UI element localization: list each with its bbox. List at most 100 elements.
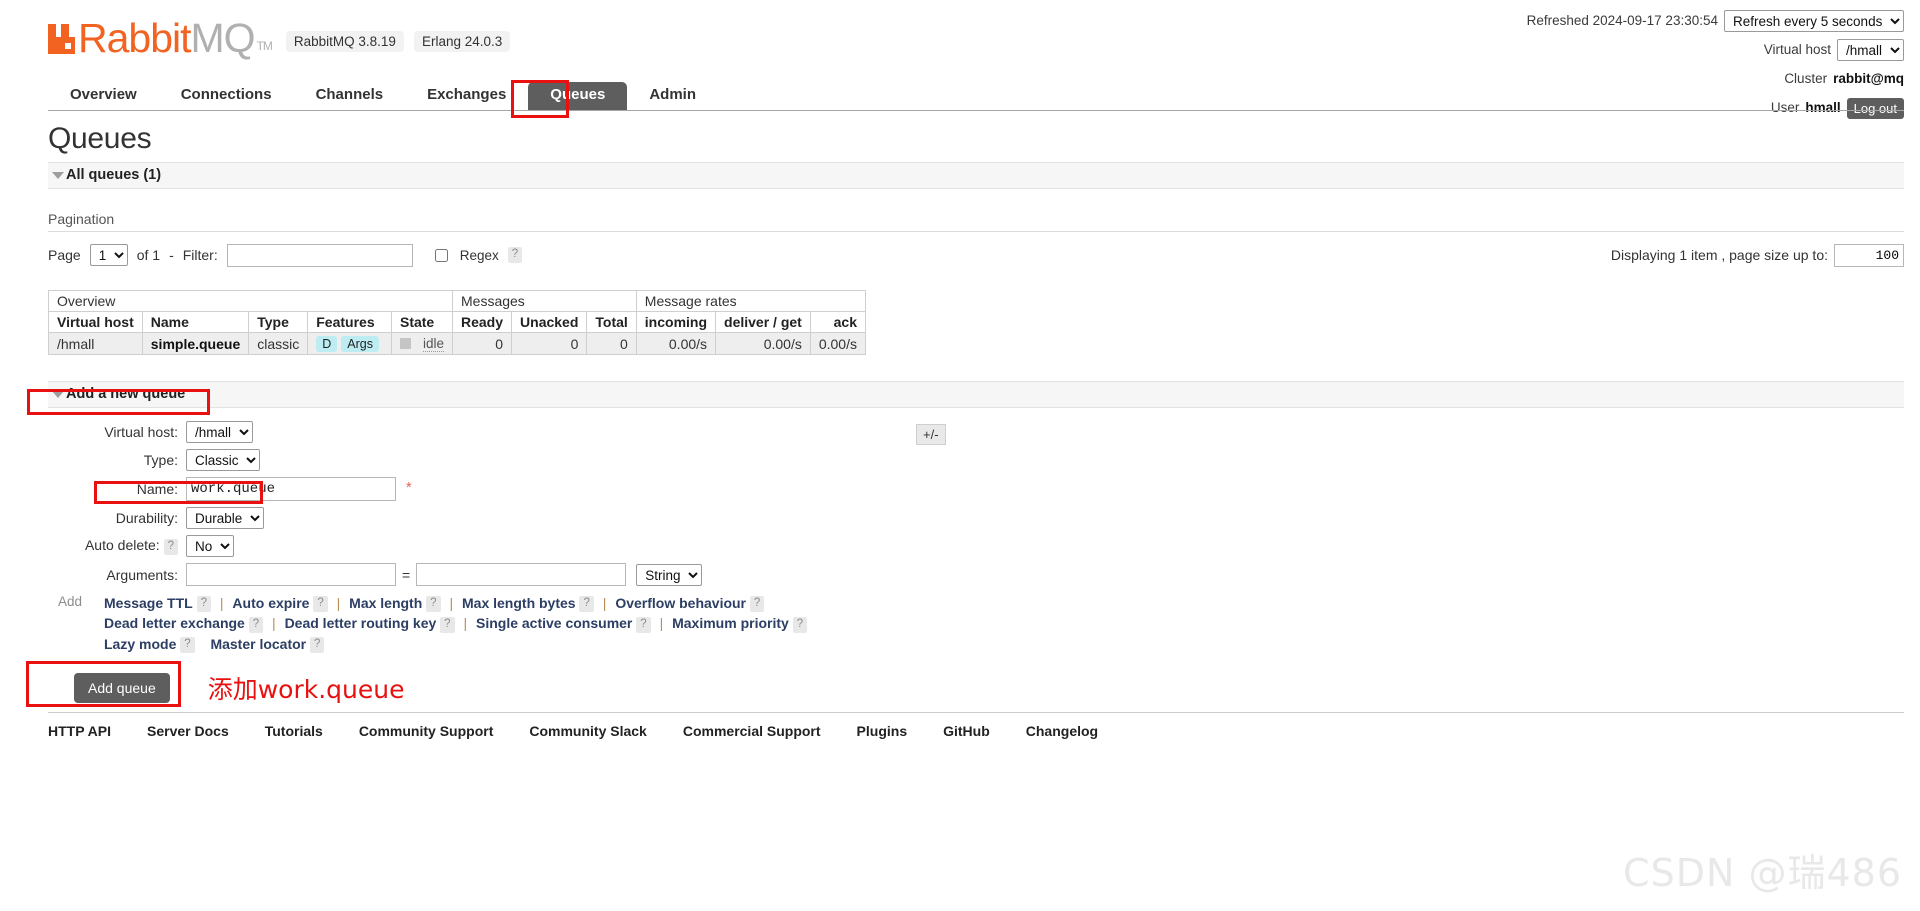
autodelete-help-icon[interactable]: ? bbox=[163, 538, 178, 555]
tab-admin[interactable]: Admin bbox=[627, 82, 718, 110]
preset-separator: | bbox=[463, 615, 468, 632]
column-features[interactable]: Features bbox=[307, 311, 392, 333]
arguments-field-label: Arguments: bbox=[106, 566, 178, 583]
regex-help-icon[interactable]: ? bbox=[507, 247, 523, 263]
page-number-select[interactable]: 1 bbox=[89, 244, 128, 266]
preset-single-active-consumer[interactable]: Single active consumer bbox=[476, 615, 632, 631]
preset-separator: | bbox=[659, 615, 664, 632]
table-row[interactable]: /hmall simple.queue classic D Args idle 0… bbox=[48, 332, 866, 355]
new-queue-vhost-select[interactable]: /hmall bbox=[186, 421, 253, 443]
page-size-input[interactable] bbox=[1834, 243, 1904, 267]
footer-link-tutorials[interactable]: Tutorials bbox=[265, 723, 323, 739]
add-queue-section-header[interactable]: Add a new queue bbox=[48, 381, 1904, 408]
preset-lazy-mode[interactable]: Lazy mode bbox=[104, 636, 176, 652]
preset-dead-letter-routing-key[interactable]: Dead letter routing key bbox=[285, 615, 437, 631]
all-queues-label: All queues (1) bbox=[66, 167, 162, 183]
add-queue-button[interactable]: Add queue bbox=[74, 672, 170, 703]
column-name[interactable]: Name bbox=[141, 311, 250, 333]
group-header-messages: Messages bbox=[452, 290, 637, 312]
vhost-select[interactable]: /hmall bbox=[1837, 39, 1904, 61]
preset-auto-expire[interactable]: Auto expire bbox=[232, 595, 309, 611]
dead-letter-routing-key-help-icon[interactable]: ? bbox=[440, 616, 455, 633]
preset-overflow-behaviour[interactable]: Overflow behaviour bbox=[615, 595, 746, 611]
new-queue-autodelete-select[interactable]: No bbox=[186, 535, 234, 557]
preset-master-locator[interactable]: Master locator bbox=[210, 636, 306, 652]
table-column-header-row: Virtual host Name Type Features State Re… bbox=[48, 311, 866, 333]
feature-tag-args[interactable]: Args bbox=[341, 336, 379, 352]
lazy-mode-help-icon[interactable]: ? bbox=[180, 636, 195, 653]
tab-connections[interactable]: Connections bbox=[159, 82, 294, 110]
pagination-subheader: Pagination bbox=[48, 211, 1904, 232]
vhost-label: Virtual host bbox=[1763, 42, 1831, 58]
max-length-bytes-help-icon[interactable]: ? bbox=[579, 596, 594, 613]
all-queues-section-header[interactable]: All queues (1) bbox=[48, 162, 1904, 189]
new-queue-name-input[interactable] bbox=[186, 477, 396, 501]
filter-label: Filter: bbox=[182, 247, 218, 263]
max-length-help-icon[interactable]: ? bbox=[426, 596, 441, 613]
rabbitmq-logo[interactable]: Rabbit MQ TM bbox=[48, 15, 273, 61]
preset-dead-letter-exchange[interactable]: Dead letter exchange bbox=[104, 615, 245, 631]
refreshed-label: Refreshed 2024-09-17 23:30:54 bbox=[1526, 13, 1718, 29]
master-locator-help-icon[interactable]: ? bbox=[310, 636, 325, 653]
toggle-columns-button[interactable]: +/- bbox=[916, 424, 946, 445]
footer-link-server-docs[interactable]: Server Docs bbox=[147, 723, 229, 739]
preset-links: Message TTL ? | Auto expire ? | Max leng… bbox=[104, 593, 808, 654]
column-virtual-host[interactable]: Virtual host bbox=[48, 311, 143, 333]
single-active-consumer-help-icon[interactable]: ? bbox=[636, 616, 651, 633]
argument-type-select[interactable]: String bbox=[636, 563, 703, 586]
message-ttl-help-icon[interactable]: ? bbox=[196, 596, 211, 613]
refresh-interval-select[interactable]: Refresh every 5 seconds bbox=[1724, 10, 1904, 32]
argument-value-input[interactable] bbox=[416, 563, 627, 586]
footer-link-github[interactable]: GitHub bbox=[943, 723, 990, 739]
footer-link-http-api[interactable]: HTTP API bbox=[48, 723, 111, 739]
cell-total: 0 bbox=[586, 332, 637, 355]
cell-state: idle bbox=[390, 332, 454, 355]
column-unacked[interactable]: Unacked bbox=[511, 311, 588, 333]
tab-queues[interactable]: Queues bbox=[528, 82, 628, 110]
dead-letter-exchange-help-icon[interactable]: ? bbox=[248, 616, 264, 633]
preset-maximum-priority[interactable]: Maximum priority bbox=[672, 615, 789, 631]
page-count-label: of 1 bbox=[136, 247, 161, 263]
regex-checkbox[interactable] bbox=[434, 248, 448, 262]
tab-exchanges[interactable]: Exchanges bbox=[405, 82, 528, 110]
footer-link-plugins[interactable]: Plugins bbox=[857, 723, 908, 739]
chevron-down-icon bbox=[52, 172, 64, 179]
column-ready[interactable]: Ready bbox=[451, 311, 513, 333]
footer-link-community-slack[interactable]: Community Slack bbox=[529, 723, 646, 739]
footer-link-changelog[interactable]: Changelog bbox=[1026, 723, 1098, 739]
argument-key-input[interactable] bbox=[186, 563, 396, 586]
filter-input[interactable] bbox=[226, 243, 413, 267]
auto-expire-help-icon[interactable]: ? bbox=[313, 596, 328, 613]
cell-features: D Args bbox=[307, 332, 392, 355]
tab-overview[interactable]: Overview bbox=[48, 82, 159, 110]
footer-link-commercial-support[interactable]: Commercial Support bbox=[683, 723, 821, 739]
tab-channels[interactable]: Channels bbox=[294, 82, 406, 110]
footer-link-community-support[interactable]: Community Support bbox=[359, 723, 494, 739]
overflow-behaviour-help-icon[interactable]: ? bbox=[749, 596, 765, 613]
column-total[interactable]: Total bbox=[586, 311, 637, 333]
preset-message-ttl[interactable]: Message TTL bbox=[104, 595, 193, 611]
csdn-watermark: CSDN @瑞486 bbox=[1623, 851, 1902, 895]
column-state[interactable]: State bbox=[390, 311, 454, 333]
durability-field: Durable bbox=[182, 504, 706, 532]
column-deliver-get[interactable]: deliver / get bbox=[715, 311, 811, 333]
maximum-priority-help-icon[interactable]: ? bbox=[792, 616, 808, 633]
argument-presets: Add Message TTL ? | Auto expire ? | Max … bbox=[48, 593, 1904, 654]
add-queue-form: Virtual host: /hmall Type: Classic Name:… bbox=[48, 418, 706, 589]
new-queue-type-select[interactable]: Classic bbox=[186, 449, 260, 471]
column-type[interactable]: Type bbox=[248, 311, 309, 333]
preset-max-length-bytes[interactable]: Max length bytes bbox=[462, 595, 576, 611]
logo-text-tm: TM bbox=[256, 39, 273, 53]
logo-text-rabbit: Rabbit bbox=[78, 15, 192, 61]
column-ack[interactable]: ack bbox=[809, 311, 866, 333]
state-indicator-icon bbox=[399, 338, 411, 349]
chevron-down-icon bbox=[52, 391, 64, 398]
column-incoming[interactable]: incoming bbox=[635, 311, 717, 333]
rabbitmq-version-badge: RabbitMQ 3.8.19 bbox=[285, 31, 404, 52]
form-row-type: Type: Classic bbox=[48, 446, 706, 474]
cell-queue-name[interactable]: simple.queue bbox=[141, 332, 250, 355]
submit-area: Add queue 添加work.queue bbox=[74, 670, 1904, 706]
feature-tag-durable: D bbox=[316, 336, 338, 352]
new-queue-durability-select[interactable]: Durable bbox=[186, 507, 264, 529]
preset-max-length[interactable]: Max length bbox=[349, 595, 422, 611]
